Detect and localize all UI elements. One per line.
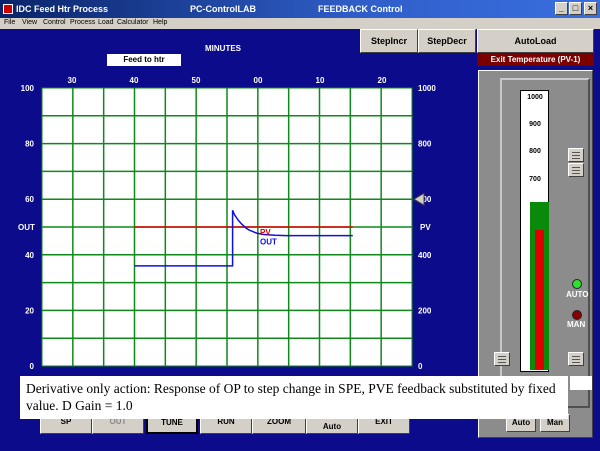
out-series-label: OUT: [260, 238, 277, 247]
y-left-tick-label: 40: [25, 251, 34, 260]
maximize-icon[interactable]: □: [569, 2, 582, 15]
slider-down-icon[interactable]: [568, 163, 584, 177]
x-tick-label: 40: [130, 76, 139, 85]
pv-title: Exit Temperature (PV-1): [477, 53, 594, 66]
value-box: [570, 376, 592, 390]
app-icon: [3, 4, 13, 14]
pv-series-label: PV: [260, 228, 271, 237]
y-left-tick-label: 20: [25, 306, 34, 315]
gauge-tick: 700: [529, 176, 541, 183]
menu-load[interactable]: Load: [98, 19, 114, 26]
title-bar: IDC Feed Htr Process PC-ControlLAB FEEDB…: [0, 0, 600, 18]
caption-overlay: Derivative only action: Response of OP t…: [20, 376, 568, 419]
man-led-icon: [572, 310, 582, 320]
menu-file[interactable]: File: [4, 19, 15, 26]
y-right-tick-label: 0: [418, 362, 423, 371]
gauge-tick: 1000: [527, 94, 543, 101]
menu-process[interactable]: Process: [70, 19, 95, 26]
x-tick-label: 10: [316, 76, 325, 85]
menu-bar: File View Control Process Load Calculato…: [0, 18, 600, 29]
menu-view[interactable]: View: [22, 19, 37, 26]
x-tick-label: 20: [378, 76, 387, 85]
auto-label: AUTO: [566, 290, 589, 299]
step-decr-button[interactable]: StepDecr: [418, 29, 476, 53]
y-right-tick-label: 200: [418, 306, 432, 315]
step-incr-button[interactable]: StepIncr: [360, 29, 418, 53]
close-icon[interactable]: ×: [584, 2, 597, 15]
y-right-tick-label: 800: [418, 140, 432, 149]
y-left-tick-label: 100: [21, 84, 35, 93]
menu-help[interactable]: Help: [153, 19, 167, 26]
cascade-label-line2: Auto: [322, 422, 342, 431]
op-lower-icon[interactable]: [494, 352, 510, 366]
app-name: PC-ControlLAB: [190, 4, 256, 14]
y-left-tick-label: 60: [25, 195, 34, 204]
mode-title: FEEDBACK Control: [318, 4, 403, 14]
auto-load-button[interactable]: AutoLoad: [477, 29, 594, 53]
y-left-tick-label: 0: [30, 362, 35, 371]
menu-calculator[interactable]: Calculator: [117, 19, 149, 26]
trend-chart: 30 40 50 00 10 201008060402001000800600400200…: [18, 76, 436, 371]
gauge-tick: 800: [529, 148, 541, 155]
auto-led-icon: [572, 279, 582, 289]
menu-control[interactable]: Control: [43, 19, 66, 26]
load-variable-label: Feed to htr: [107, 54, 181, 66]
x-tick-label: 50: [192, 76, 201, 85]
op-raise-icon[interactable]: [568, 352, 584, 366]
y-left-tick-label: 80: [25, 140, 34, 149]
pv-axis-marker: PV: [420, 223, 431, 232]
man-label: MAN: [567, 320, 586, 329]
out-axis-marker: OUT: [18, 223, 35, 232]
y-right-tick-label: 1000: [418, 84, 436, 93]
op-bar: [535, 230, 544, 370]
minimize-icon[interactable]: _: [555, 2, 568, 15]
slider-up-icon[interactable]: [568, 148, 584, 162]
window-title: IDC Feed Htr Process: [16, 4, 109, 14]
x-tick-label: 00: [254, 76, 263, 85]
gauge-tick: 900: [529, 121, 541, 128]
y-right-tick-label: 400: [418, 251, 432, 260]
x-tick-label: 30: [68, 76, 77, 85]
x-axis-title: MINUTES: [205, 44, 241, 53]
